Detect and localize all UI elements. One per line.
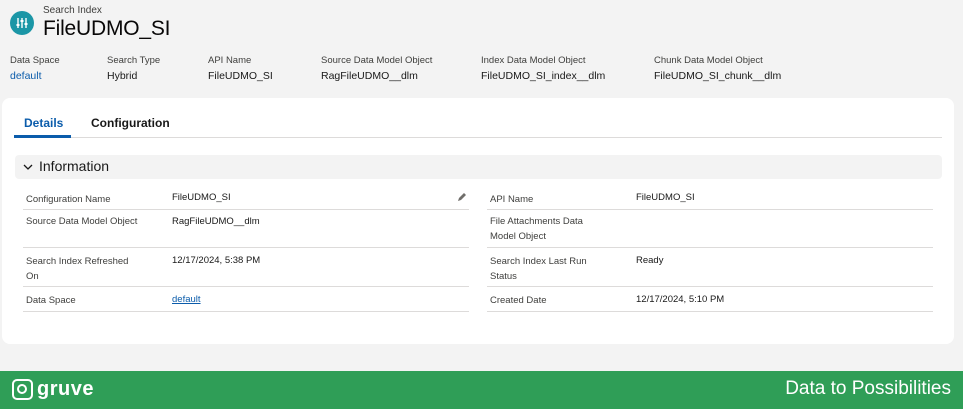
field-label: Chunk Data Model Object <box>654 55 763 66</box>
field-value: Hybrid <box>107 70 138 82</box>
data-space-link[interactable]: default <box>10 70 60 82</box>
detail-value: 12/17/2024, 5:10 PM <box>636 294 725 305</box>
record-type-label: Search Index <box>43 5 102 16</box>
detail-row-file-attachments-dmo: File Attachments Data Model Object <box>487 210 933 248</box>
detail-value: FileUDMO_SI <box>636 192 695 203</box>
detail-label: File Attachments Data <box>490 216 583 227</box>
detail-row-refreshed-on: Search Index Refreshed On 12/17/2024, 5:… <box>23 248 469 287</box>
field-label: Data Space <box>10 55 60 66</box>
detail-label: API Name <box>490 194 534 205</box>
detail-label: Status <box>490 271 517 282</box>
active-tab-indicator <box>14 135 71 138</box>
detail-label: Model Object <box>490 231 546 242</box>
section-title: Information <box>39 158 110 174</box>
detail-label: Source Data Model Object <box>26 216 138 227</box>
highlight-api-name: API Name FileUDMO_SI <box>208 55 273 82</box>
detail-row-created-date: Created Date 12/17/2024, 5:10 PM <box>487 287 933 312</box>
highlight-source-dmo: Source Data Model Object RagFileUDMO__dl… <box>321 55 432 82</box>
field-value: FileUDMO_SI_index__dlm <box>481 70 606 82</box>
tagline: Data to Possibilities <box>785 378 951 399</box>
tab-configuration[interactable]: Configuration <box>91 116 170 130</box>
detail-row-data-space: Data Space default <box>23 287 469 312</box>
highlight-chunk-dmo: Chunk Data Model Object FileUDMO_SI_chun… <box>654 55 781 82</box>
field-value: RagFileUDMO__dlm <box>321 70 418 82</box>
detail-value: FileUDMO_SI <box>172 192 231 203</box>
information-section-header[interactable]: Information <box>15 155 942 179</box>
record-header: Search Index FileUDMO_SI Data Space defa… <box>0 0 963 92</box>
field-value: FileUDMO_SI <box>208 70 273 82</box>
chevron-down-icon <box>23 164 33 170</box>
field-label: Search Type <box>107 55 161 66</box>
field-label: Index Data Model Object <box>481 55 586 66</box>
brand-footer: gruve Data to Possibilities <box>0 371 963 409</box>
record-title: FileUDMO_SI <box>43 17 171 40</box>
highlight-search-type: Search Type Hybrid <box>107 55 160 82</box>
detail-label: Configuration Name <box>26 194 111 205</box>
highlight-index-dmo: Index Data Model Object FileUDMO_SI_inde… <box>481 55 605 82</box>
highlight-data-space: Data Space default <box>10 55 60 82</box>
detail-label: Search Index Refreshed <box>26 256 129 267</box>
logo-text: gruve <box>37 378 94 400</box>
data-space-link[interactable]: default <box>172 292 201 307</box>
detail-row-api-name: API Name FileUDMO_SI <box>487 182 933 210</box>
gruve-logo-icon <box>12 379 33 400</box>
details-card: Details Configuration Information Config… <box>2 98 954 344</box>
status-value: Ready <box>636 255 664 266</box>
detail-label: Data Space <box>26 295 76 306</box>
tab-details[interactable]: Details <box>24 116 63 130</box>
detail-label: Created Date <box>490 295 547 306</box>
tab-bar: Details Configuration <box>14 112 942 138</box>
field-value: FileUDMO_SI_chunk__dlm <box>654 70 782 82</box>
gruve-logo: gruve <box>12 378 94 401</box>
field-label: Source Data Model Object <box>321 55 433 66</box>
detail-row-last-run-status: Search Index Last Run Status Ready <box>487 248 933 287</box>
pencil-edit-icon[interactable] <box>457 192 467 202</box>
detail-label: Search Index Last Run <box>490 256 587 267</box>
detail-value: 12/17/2024, 5:38 PM <box>172 255 261 266</box>
detail-row-configuration-name: Configuration Name FileUDMO_SI <box>23 182 469 210</box>
detail-value: RagFileUDMO__dlm <box>172 216 260 227</box>
detail-row-source-dmo: Source Data Model Object RagFileUDMO__dl… <box>23 210 469 248</box>
field-label: API Name <box>208 55 252 66</box>
search-index-icon <box>10 11 34 35</box>
detail-label: On <box>26 271 39 282</box>
